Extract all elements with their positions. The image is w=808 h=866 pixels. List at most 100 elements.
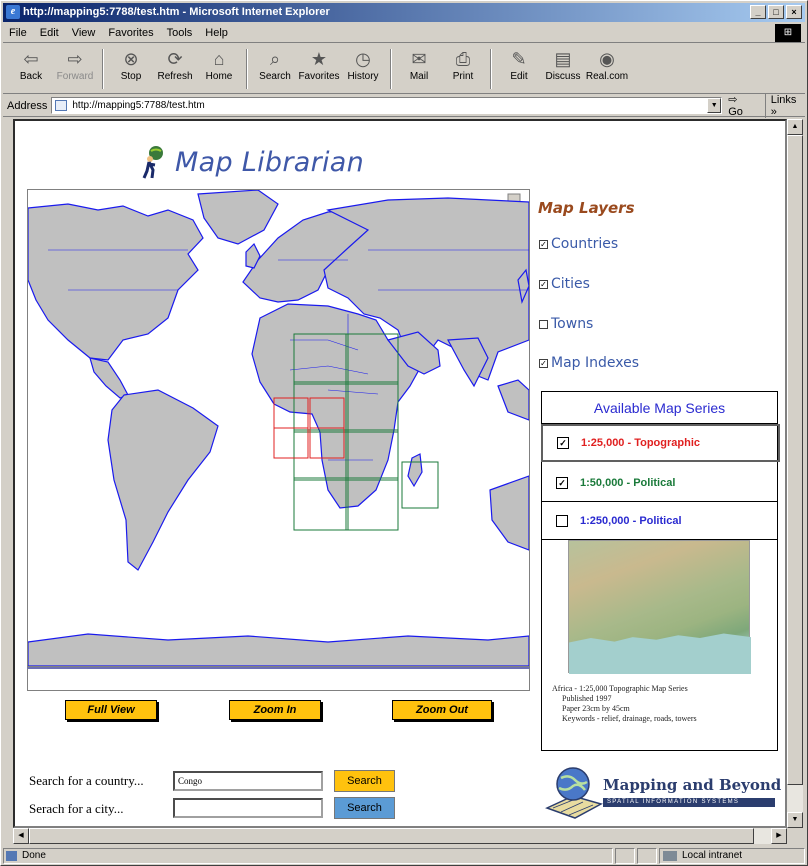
layer-cities-checkbox[interactable]: ✓ (539, 279, 548, 289)
print-icon: ⎙ (455, 49, 471, 69)
map-series-heading: Available Map Series (542, 392, 777, 424)
minimize-button[interactable]: _ (750, 5, 766, 19)
menu-view[interactable]: View (72, 27, 96, 39)
toolbar-label: Real.com (585, 71, 629, 82)
series-checkbox-250000[interactable] (556, 514, 568, 527)
status-text-pane: Done (3, 848, 613, 864)
layer-cities[interactable]: ✓ Cities (539, 276, 590, 292)
address-bar: Address http://mapping5:7788/test.htm ▼ … (3, 93, 805, 118)
menu-edit[interactable]: Edit (40, 27, 59, 39)
toolbar-search-button[interactable]: ⌕ Search (253, 47, 297, 91)
toolbar-separator (490, 49, 492, 89)
toolbar-label: Search (259, 71, 291, 82)
series-row-50000-political[interactable]: ✓ 1:50,000 - Political (542, 464, 777, 502)
brand-name: Mapping and Beyond (603, 776, 782, 794)
layer-countries-checkbox[interactable]: ✓ (539, 239, 548, 249)
city-search-button[interactable]: Search (334, 797, 395, 819)
world-map[interactable] (27, 189, 530, 667)
greenland (197, 190, 279, 245)
series-checkbox-25000[interactable]: ✓ (557, 437, 569, 449)
layer-map-indexes-checkbox[interactable]: ✓ (539, 358, 548, 368)
toolbar-favorites-button[interactable]: ★ Favorites (297, 47, 341, 91)
windows-flag-icon: ⊞ (775, 24, 801, 42)
close-button[interactable]: × (786, 5, 802, 19)
vertical-scroll-thumb[interactable] (787, 135, 803, 785)
toolbar-label: Forward (56, 71, 94, 82)
address-input[interactable]: http://mapping5:7788/test.htm ▼ (51, 97, 723, 114)
country-search-input[interactable]: Congo (173, 771, 323, 791)
south-america (107, 389, 219, 571)
map-librarian-mascot-icon (142, 146, 163, 179)
toolbar-label: Edit (510, 71, 528, 82)
ie-logo-icon: e (6, 5, 20, 19)
maximize-button[interactable]: □ (768, 5, 784, 19)
menu-help[interactable]: Help (205, 27, 228, 39)
toolbar-home-button[interactable]: ⌂ Home (197, 47, 241, 91)
metadata-published: Published 1997 (562, 694, 612, 703)
series-row-25000-topographic[interactable]: ✓ 1:25,000 - Topographic (541, 424, 780, 462)
history-icon: ◷ (355, 49, 371, 69)
toolbar-refresh-button[interactable]: ⟳ Refresh (153, 47, 197, 91)
country-search-button[interactable]: Search (334, 770, 395, 792)
menu-tools[interactable]: Tools (167, 27, 193, 39)
map-sheet-thumbnail[interactable] (568, 540, 751, 674)
toolbar-label: Home (205, 71, 233, 82)
toolbar-print-button[interactable]: ⎙ Print (441, 47, 485, 91)
toolbar-label: Discuss (545, 71, 581, 82)
status-bar: Done Local intranet (3, 847, 805, 865)
horizontal-scroll-thumb[interactable] (29, 828, 754, 844)
full-view-button[interactable]: Full View (65, 700, 157, 720)
toolbar-label: Mail (409, 71, 429, 82)
series-checkbox-50000[interactable]: ✓ (556, 476, 568, 489)
layer-towns-checkbox[interactable] (539, 319, 548, 329)
metadata-keywords: Keywords - relief, drainage, roads, towe… (562, 714, 697, 723)
toolbar-stop-button[interactable]: ⊗ Stop (109, 47, 153, 91)
toolbar-mail-button[interactable]: ✉ Mail (397, 47, 441, 91)
toolbar-back-button[interactable]: ⇦ Back (9, 47, 53, 91)
status-text: Done (22, 850, 46, 861)
favorites-icon: ★ (310, 49, 328, 69)
city-search-input[interactable] (173, 798, 323, 818)
menu-file[interactable]: File (9, 27, 27, 39)
toolbar-discuss-button[interactable]: ▤ Discuss (541, 47, 585, 91)
zoom-out-button[interactable]: Zoom Out (392, 700, 492, 720)
series-row-250000-political[interactable]: 1:250,000 - Political (542, 502, 777, 540)
madagascar (407, 453, 423, 488)
globe-map-icon (545, 767, 603, 819)
menu-bar: File Edit View Favorites Tools Help ⊞ (3, 23, 805, 43)
toolbar-realcom-button[interactable]: ◉ Real.com (585, 47, 629, 91)
links-button[interactable]: Links » (764, 93, 805, 118)
search-icon: ⌕ (269, 49, 281, 69)
toolbar-separator (246, 49, 248, 89)
menu-favorites[interactable]: Favorites (108, 27, 153, 39)
toolbar-forward-button[interactable]: ⇨ Forward (53, 47, 97, 91)
toolbar-label: Refresh (157, 71, 193, 82)
zoom-in-button[interactable]: Zoom In (229, 700, 321, 720)
horizontal-scrollbar[interactable]: ◀ ▶ (13, 828, 787, 844)
refresh-icon: ⟳ (167, 49, 183, 69)
toolbar-label: History (347, 71, 379, 82)
toolbar-edit-button[interactable]: ✎ Edit (497, 47, 541, 91)
layer-countries[interactable]: ✓ Countries (539, 236, 618, 252)
go-label: Go (728, 106, 743, 118)
layer-towns-label: Towns (551, 316, 594, 332)
metadata-paper: Paper 23cm by 45cm (562, 704, 630, 713)
scroll-right-arrow-icon[interactable]: ▶ (771, 828, 787, 844)
layer-map-indexes[interactable]: ✓ Map Indexes (539, 355, 639, 371)
address-dropdown-button[interactable]: ▼ (707, 98, 722, 113)
metadata-title: Africa - 1:25,000 Topographic Map Series (552, 684, 688, 693)
page-icon (55, 100, 68, 111)
address-label: Address (7, 99, 48, 112)
scroll-left-arrow-icon[interactable]: ◀ (13, 828, 29, 844)
toolbar-label: Print (452, 71, 474, 82)
vertical-scrollbar[interactable]: ▲ ▼ (787, 119, 803, 828)
australia (489, 475, 529, 551)
toolbar-history-button[interactable]: ◷ History (341, 47, 385, 91)
thumbnail-coastline (569, 633, 751, 674)
layer-towns[interactable]: Towns (539, 316, 593, 332)
layer-countries-label: Countries (551, 236, 619, 252)
mail-icon: ✉ (411, 49, 427, 69)
go-button[interactable]: ⇨ Go (728, 93, 755, 118)
scroll-up-arrow-icon[interactable]: ▲ (787, 119, 803, 135)
scroll-down-arrow-icon[interactable]: ▼ (787, 812, 803, 828)
